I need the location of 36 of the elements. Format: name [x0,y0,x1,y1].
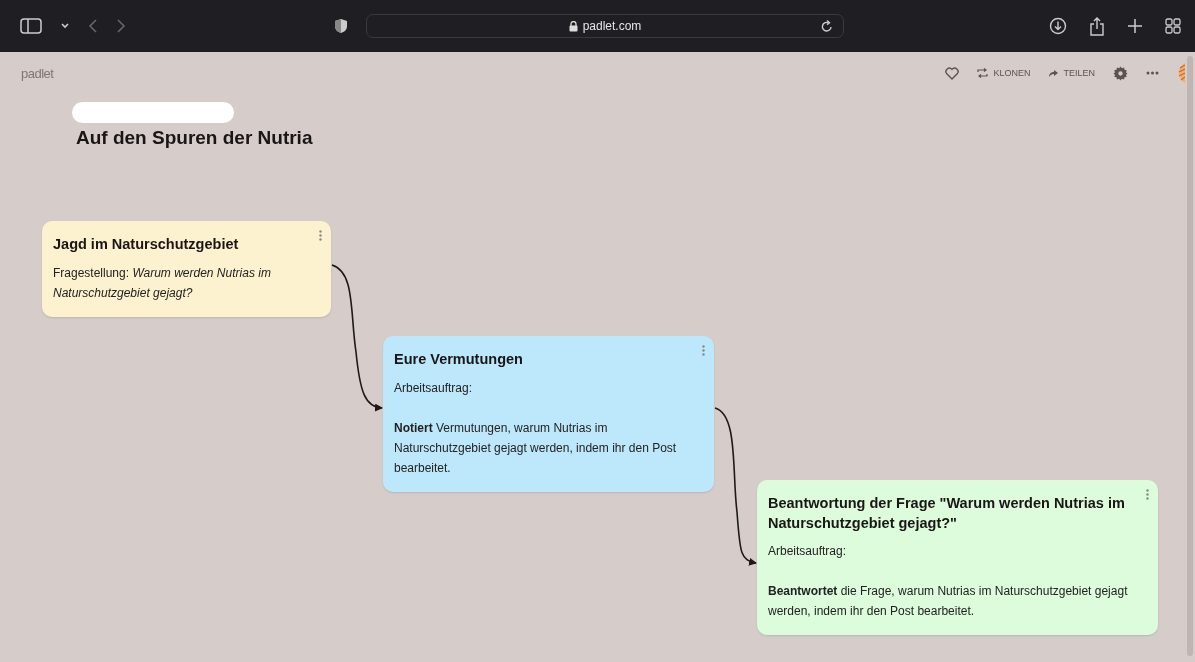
post-title: Beantwortung der Frage "Warum werden Nutrias im Naturschutzgebiet gejagt?" [768,494,1126,533]
more-vertical-icon[interactable] [319,230,322,241]
back-icon[interactable] [88,18,98,34]
scrollbar[interactable] [1187,56,1193,656]
post-text: Notiert Vermutungen, warum Nutrias im Naturschutzgebiet gejagt werden, indem ihr den Post bearbeitet. [394,419,678,477]
chevron-down-icon[interactable] [60,22,70,30]
post-title: Eure Vermutungen [394,350,524,369]
reload-icon[interactable] [821,20,833,33]
settings-icon[interactable] [1113,65,1128,81]
forward-icon[interactable] [116,18,126,34]
download-icon[interactable] [1049,17,1067,35]
post-text: Beantwortet die Frage, warum Nutrias im Naturschutzgebiet gejagt werden, indem ihr den Post bearbeitet. [768,583,1129,621]
post-card[interactable]: Jagd im Naturschutzgebiet Fragestellung: Warum werden Nutrias im Naturschutzgebiet gejagt? [42,221,331,317]
repeat-icon [977,68,989,78]
clone-button[interactable]: KLONEN [977,68,1031,78]
heart-icon[interactable] [945,66,960,80]
share-button[interactable]: TEILEN [1048,68,1095,78]
board-title: Auf den Spuren der Nutria [76,127,314,149]
post-text: Fragestellung: Warum werden Nutrias im Naturschutzgebiet gejagt? [53,264,272,302]
lock-icon [568,20,578,32]
more-vertical-icon[interactable] [702,345,705,356]
url-text: padlet.com [582,19,642,33]
share-icon[interactable] [1089,16,1105,36]
post-card[interactable]: Beantwortung der Frage "Warum werden Nutrias im Naturschutzgebiet gejagt?" Arbeitsauftrag: Beantwortet die Frage, warum Nutrias im Naturschutzgebiet gejagt werden, indem ihr den Post bearbeitet. [757,480,1158,636]
post-text: Arbeitsauftrag: [768,543,848,561]
tabs-overview-icon[interactable] [1165,18,1181,34]
post-text: Arbeitsauftrag: [394,379,474,397]
address-bar[interactable]: padlet.com [366,14,844,38]
more-vertical-icon[interactable] [1146,489,1149,500]
post-title: Jagd im Naturschutzgebiet [53,235,240,254]
post-card[interactable]: Eure Vermutungen Arbeitsauftrag: Notiert Vermutungen, warum Nutrias im Naturschutzgebiet gejagt werden, indem ihr den Post bearbeitet. [383,336,714,492]
more-icon[interactable] [1146,71,1159,75]
arrow-icon [1048,69,1059,77]
shield-icon[interactable] [334,18,348,34]
plus-icon[interactable] [1127,18,1143,34]
sidebar-icon[interactable] [20,18,42,34]
